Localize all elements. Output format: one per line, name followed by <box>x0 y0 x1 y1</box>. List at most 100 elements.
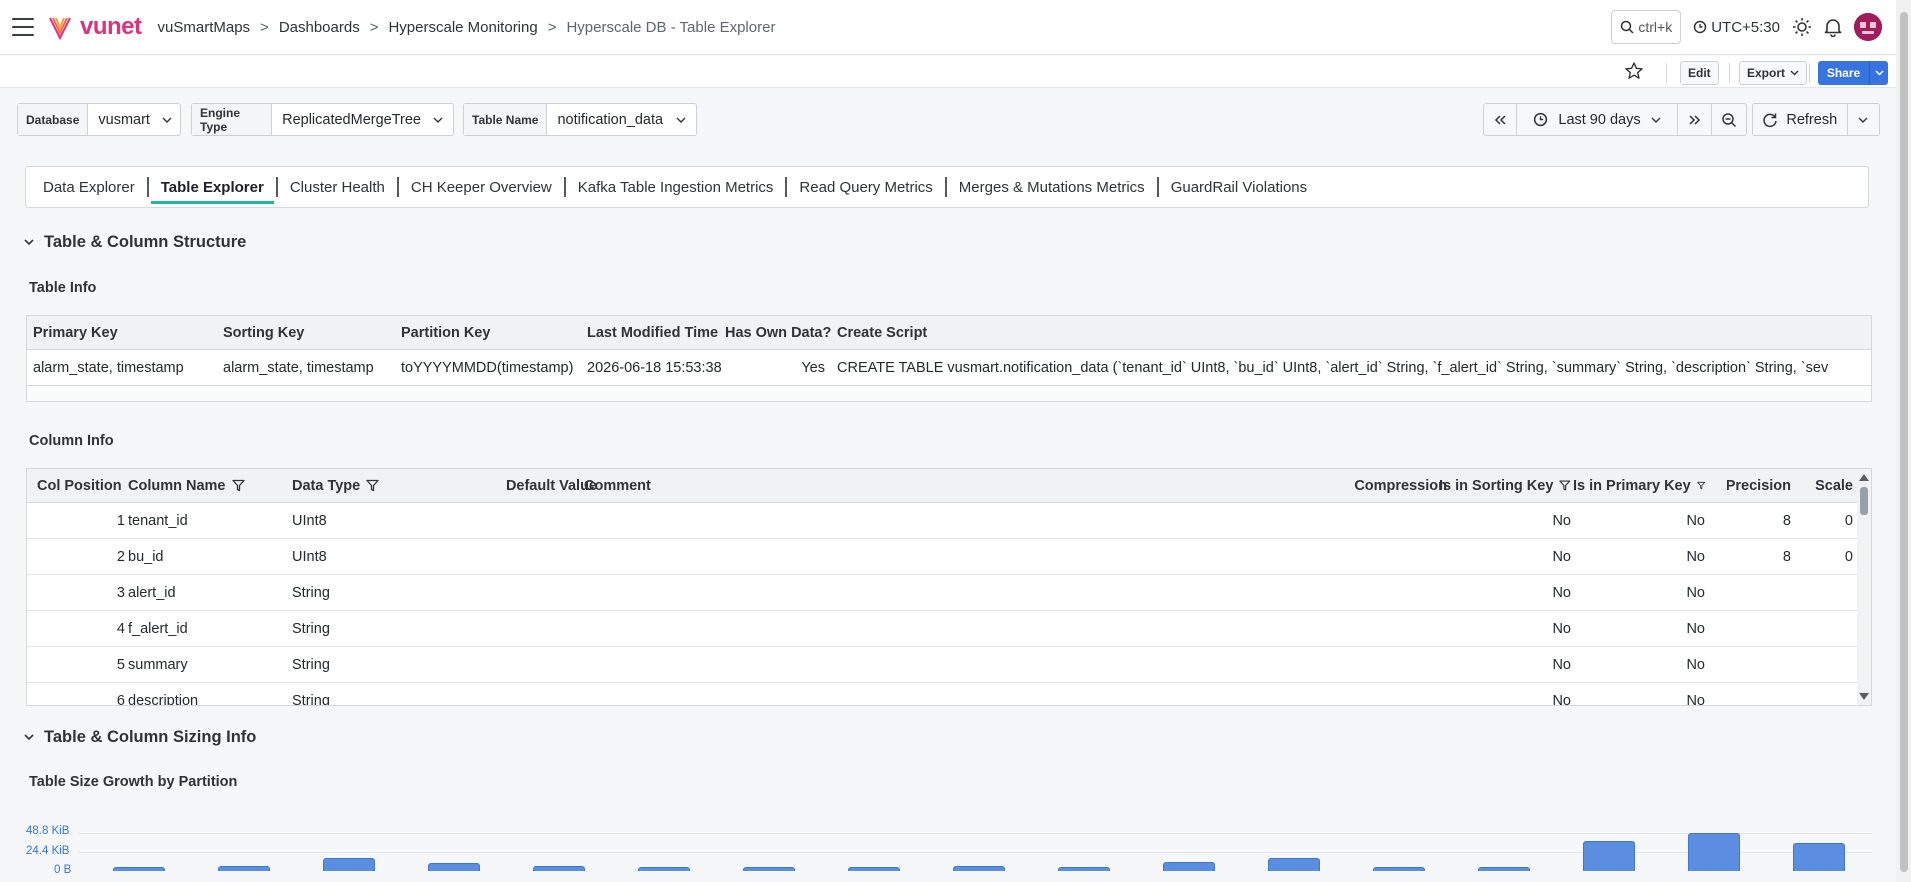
tab-cluster-health[interactable]: Cluster Health <box>278 167 397 207</box>
chart-bar[interactable] <box>1058 867 1111 871</box>
breadcrumb-vusmartmaps[interactable]: vuSmartMaps <box>158 19 251 36</box>
chart-bar[interactable] <box>532 865 585 871</box>
column-header-column-name[interactable]: Column Name <box>128 469 278 502</box>
table-cell: UInt8 <box>292 548 327 565</box>
breadcrumb-hyperscale-monitoring[interactable]: Hyperscale Monitoring <box>388 19 537 36</box>
breadcrumb-dashboards[interactable]: Dashboards <box>279 19 360 36</box>
column-header[interactable]: Partition Key <box>401 316 581 349</box>
timezone-button[interactable]: UTC+5:30 <box>1693 19 1780 36</box>
filter-icon[interactable] <box>1696 479 1705 492</box>
page-scrollbar-thumb[interactable] <box>1900 12 1908 872</box>
scroll-down-arrow-icon[interactable] <box>1859 693 1869 700</box>
table-scrollbar[interactable] <box>1857 469 1871 705</box>
export-button[interactable]: Export <box>1739 61 1808 85</box>
section-table-column-sizing-info[interactable]: Table & Column Sizing Info <box>24 728 256 747</box>
table-cell <box>457 683 597 705</box>
chart-bar[interactable] <box>1688 832 1741 871</box>
menu-icon[interactable] <box>12 18 34 36</box>
chart-bar[interactable] <box>322 857 375 871</box>
column-header[interactable]: Comment <box>584 469 784 502</box>
page-scrollbar[interactable] <box>1896 0 1911 882</box>
chart-bar[interactable] <box>1163 862 1216 871</box>
chevron-down-icon <box>433 117 443 123</box>
table-cell: No <box>1686 692 1705 706</box>
column-header[interactable]: Default Value <box>457 469 597 502</box>
chart-bar[interactable] <box>112 867 165 871</box>
tab-table-explorer[interactable]: Table Explorer <box>149 167 276 207</box>
column-header-is-in-primary-key[interactable]: Is in Primary Key <box>1573 469 1705 502</box>
engine-type-variable[interactable]: Engine Type ReplicatedMergeTree <box>191 103 454 136</box>
chart-bar[interactable] <box>847 867 900 871</box>
edit-button[interactable]: Edit <box>1680 61 1719 85</box>
chart-bar[interactable] <box>427 863 480 871</box>
share-button-main[interactable]: Share <box>1818 61 1870 85</box>
table-cell: tenant_id <box>128 512 188 529</box>
filter-icon[interactable] <box>231 479 245 492</box>
scrollbar-thumb[interactable] <box>1860 487 1868 515</box>
share-button[interactable]: Share <box>1818 61 1888 85</box>
search-button[interactable]: ctrl+k <box>1611 10 1682 44</box>
table-cell: String <box>292 656 330 673</box>
vunet-logo[interactable]: vunet <box>48 13 142 41</box>
column-header[interactable]: Primary Key <box>33 316 213 349</box>
zoom-out-button[interactable] <box>1712 104 1746 135</box>
column-header-label: Is in Primary Key <box>1573 477 1691 494</box>
scroll-up-arrow-icon[interactable] <box>1859 474 1869 481</box>
chart-bar[interactable] <box>1793 842 1846 871</box>
share-dropdown-button[interactable] <box>1870 61 1888 85</box>
refresh-interval-dropdown[interactable] <box>1848 104 1880 135</box>
table-cell: String <box>292 584 330 601</box>
column-header[interactable]: Scale <box>1797 469 1853 502</box>
tab-guardrail-violations[interactable]: GuardRail Violations <box>1159 167 1319 207</box>
chart-bar[interactable] <box>953 865 1005 871</box>
table-name-variable-value: notification_data <box>557 111 664 128</box>
refresh-button[interactable]: Refresh <box>1753 104 1848 135</box>
column-header-label: Column Name <box>128 477 226 494</box>
table-cell: No <box>1552 692 1571 706</box>
tab-ch-keeper-overview[interactable]: CH Keeper Overview <box>399 167 564 207</box>
divider <box>1729 63 1730 83</box>
database-variable-select[interactable]: vusmart <box>88 104 182 135</box>
filter-icon[interactable] <box>366 479 379 492</box>
chart-bar[interactable] <box>1373 867 1426 871</box>
column-header[interactable]: Compression <box>1307 469 1447 502</box>
chart-bar[interactable] <box>1478 867 1531 871</box>
chart-bar[interactable] <box>1583 840 1636 871</box>
column-header[interactable]: Has Own Data? <box>725 316 835 349</box>
column-header[interactable]: Create Script <box>837 316 1037 349</box>
theme-sun-icon[interactable] <box>1792 17 1812 37</box>
favorite-star-icon[interactable] <box>1624 61 1644 81</box>
column-header[interactable]: Col Position <box>37 469 125 502</box>
column-header-data-type[interactable]: Data Type <box>292 469 432 502</box>
filter-icon[interactable] <box>1559 479 1571 492</box>
chart-bar[interactable] <box>742 867 795 871</box>
tab-read-query-metrics[interactable]: Read Query Metrics <box>787 167 944 207</box>
column-header[interactable]: Precision <box>1727 469 1791 502</box>
chart-bar[interactable] <box>1268 857 1321 871</box>
time-shift-back-button[interactable] <box>1484 104 1517 135</box>
tab-data-explorer[interactable]: Data Explorer <box>31 167 147 207</box>
column-header-is-in-sorting-key[interactable]: Is in Sorting Key <box>1439 469 1571 502</box>
user-avatar[interactable] <box>1854 13 1882 41</box>
table-name-variable[interactable]: Table Name notification_data <box>463 103 697 136</box>
tab-kafka-table-ingestion-metrics[interactable]: Kafka Table Ingestion Metrics <box>566 167 786 207</box>
tab-merges-mutations-metrics[interactable]: Merges & Mutations Metrics <box>947 167 1157 207</box>
section-table-column-structure[interactable]: Table & Column Structure <box>24 233 246 252</box>
notification-bell-icon[interactable] <box>1824 17 1842 37</box>
table-cell <box>457 503 597 538</box>
table-name-variable-select[interactable]: notification_data <box>547 104 696 135</box>
engine-type-variable-select[interactable]: ReplicatedMergeTree <box>272 104 453 135</box>
column-header[interactable]: Last Modified Time <box>587 316 722 349</box>
time-range-picker[interactable]: Last 90 days <box>1517 104 1678 135</box>
y-tick-label: 24.4 KiB <box>26 845 70 857</box>
engine-type-variable-value: ReplicatedMergeTree <box>282 111 421 128</box>
chart-bar[interactable] <box>217 865 270 871</box>
time-shift-forward-button[interactable] <box>1678 104 1712 135</box>
chart-bar[interactable] <box>637 867 690 871</box>
dashboard-tabs: Data Explorer Table Explorer Cluster Hea… <box>25 166 1869 208</box>
database-variable[interactable]: Database vusmart <box>17 103 181 136</box>
table-info-panel: Primary Key Sorting Key Partition Key La… <box>26 315 1872 402</box>
double-chevron-left-icon <box>1494 114 1506 125</box>
column-header[interactable]: Sorting Key <box>223 316 393 349</box>
table-cell: No <box>1686 656 1705 673</box>
